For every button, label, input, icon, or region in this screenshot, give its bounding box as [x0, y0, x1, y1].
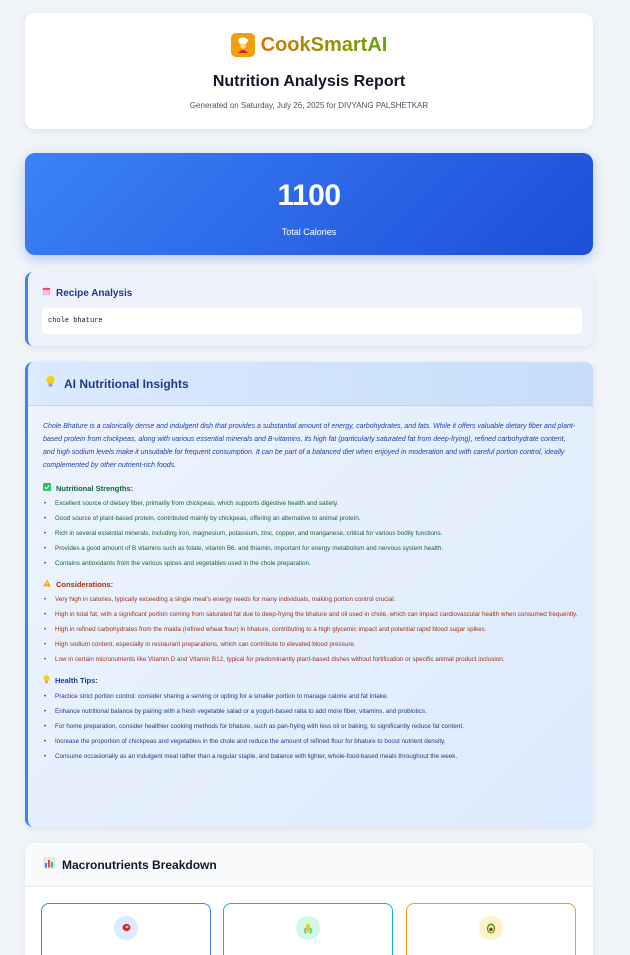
strengths-title: Nutritional Strengths: — [56, 483, 134, 493]
calories-value: 1100 — [277, 179, 341, 212]
list-item: Good source of plant-based protein, cont… — [43, 514, 579, 523]
ai-insights-header: AI Nutritional Insights — [28, 362, 593, 406]
total-calories-card: 1100 Total Calories — [25, 153, 593, 255]
list-item: Consume occasionally as an indulgent mea… — [43, 752, 579, 761]
chef-icon — [230, 33, 255, 57]
lightbulb-icon — [43, 675, 50, 686]
carbohydrates-card — [223, 903, 393, 955]
brand: CookSmartAI — [25, 33, 593, 57]
list-item: High in refined carbohydrates from the m… — [43, 625, 579, 634]
notepad-icon — [42, 287, 51, 299]
lightbulb-icon — [45, 375, 56, 393]
list-item: Contains antioxidants from the various s… — [43, 559, 579, 568]
avocado-icon — [479, 916, 503, 940]
recipe-analysis-title: Recipe Analysis — [56, 287, 133, 299]
grain-icon — [296, 916, 320, 940]
bar-chart-icon — [43, 856, 55, 874]
list-item: High sodium content, especially in resta… — [43, 640, 579, 649]
health-tips-title: Health Tips: — [55, 676, 98, 685]
macronutrients-section: Macronutrients Breakdown — [25, 843, 593, 955]
health-tips-section: Health Tips: Practice strict portion con… — [43, 675, 579, 761]
list-item: Excellent source of dietary fiber, prima… — [43, 499, 579, 508]
fats-card — [406, 903, 576, 955]
insights-summary: Chole Bhature is a calorically dense and… — [43, 423, 576, 469]
calories-label: Total Calories — [281, 227, 337, 237]
list-item: Enhance nutritional balance by pairing w… — [43, 707, 579, 716]
protein-card — [41, 903, 211, 955]
health-tips-heading: Health Tips: — [43, 675, 579, 686]
ai-insights-section: AI Nutritional Insights Chole Bhature is… — [25, 362, 593, 827]
check-mark-icon — [43, 483, 51, 493]
generated-info: Generated on Saturday, July 26, 2025 for… — [189, 101, 429, 110]
ai-insights-title: AI Nutritional Insights — [64, 376, 189, 391]
list-item: Increase the proportion of chickpeas and… — [43, 737, 579, 746]
recipe-analysis-heading: Recipe Analysis — [42, 287, 132, 299]
considerations-title: Considerations: — [56, 579, 114, 589]
considerations-section: Considerations: Very high in calories, t… — [43, 579, 579, 664]
recipe-analysis-section: Recipe Analysis chole bhature — [25, 272, 593, 346]
recipe-text: chole bhature — [42, 308, 582, 334]
macronutrients-header: Macronutrients Breakdown — [25, 843, 593, 887]
list-item: Rich in several essential minerals, incl… — [43, 529, 579, 538]
list-item: Low in certain micronutrients like Vitam… — [43, 655, 579, 664]
meat-icon — [114, 916, 138, 940]
strengths-heading: Nutritional Strengths: — [43, 483, 579, 493]
brand-name: CookSmartAI — [260, 33, 388, 56]
warning-icon — [43, 579, 51, 589]
strengths-section: Nutritional Strengths: Excellent source … — [43, 483, 579, 568]
list-item: High in total fat, with a significant po… — [43, 610, 579, 619]
report-header: CookSmartAI Nutrition Analysis Report Ge… — [25, 13, 593, 129]
list-item: Very high in calories, typically exceedi… — [43, 595, 579, 604]
list-item: For home preparation, consider healthier… — [43, 722, 579, 731]
page-title: Nutrition Analysis Report — [212, 73, 406, 90]
list-item: Provides a good amount of B vitamins suc… — [43, 544, 579, 553]
macronutrients-title: Macronutrients Breakdown — [62, 857, 217, 872]
list-item: Practice strict portion control: conside… — [43, 692, 579, 701]
considerations-heading: Considerations: — [43, 579, 579, 589]
ai-insights-body: Chole Bhature is a calorically dense and… — [43, 420, 579, 767]
